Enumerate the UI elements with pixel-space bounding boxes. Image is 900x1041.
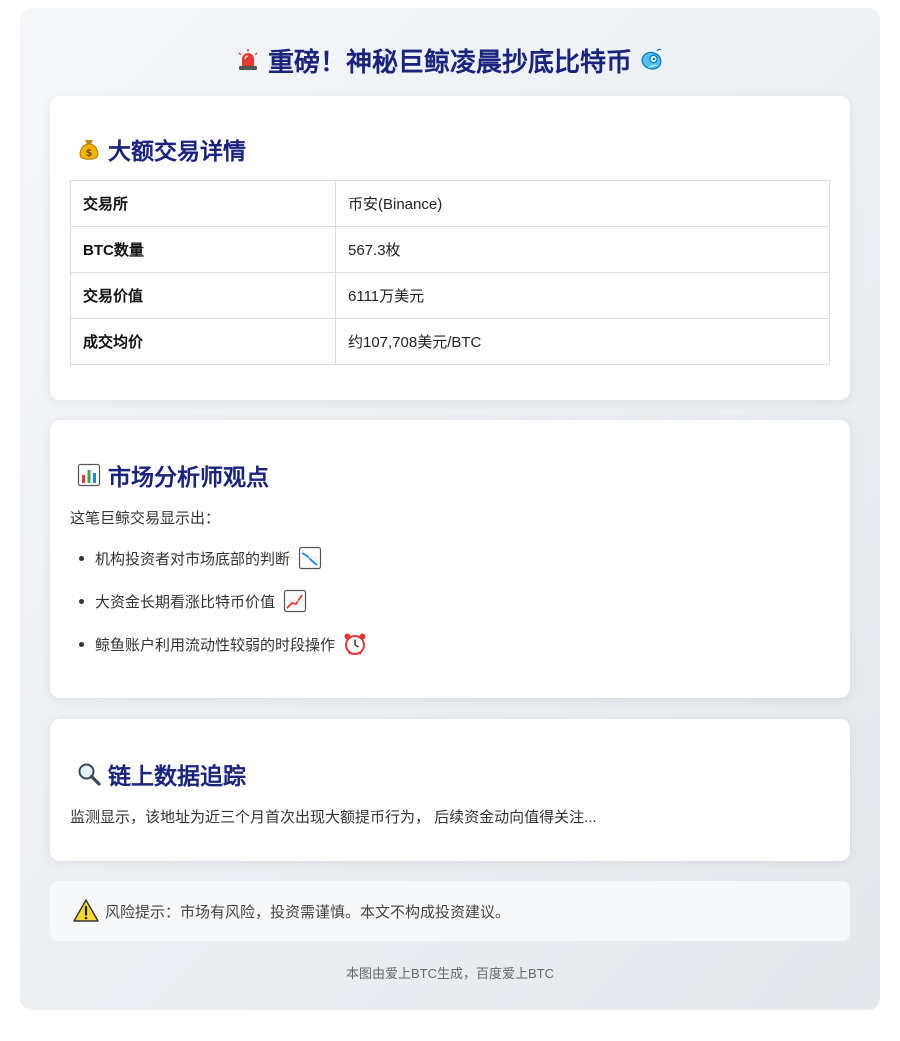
list-item-text: 机构投资者对市场底部的判断 <box>95 550 291 568</box>
table-row: BTC数量 567.3枚 <box>70 226 830 273</box>
whale-icon <box>638 46 666 74</box>
analysis-card: 市场分析师观点 这笔巨鲸交易显示出： 机构投资者对市场底部的判断 大资金长期看涨… <box>50 420 850 698</box>
table-key: 交易所 <box>70 180 336 227</box>
tracking-heading: 链上数据追踪 <box>76 757 246 791</box>
table-key: 成交均价 <box>70 318 336 365</box>
table-value: 567.3枚 <box>335 226 830 273</box>
transaction-table: 交易所 币安(Binance) BTC数量 567.3枚 交易价值 6111万美… <box>70 180 830 365</box>
risk-warning: 风险提示：市场有风险，投资需谨慎。本文不构成投资建议。 <box>50 881 850 941</box>
transaction-card: $ 大额交易详情 交易所 币安(Binance) BTC数量 567.3枚 交易… <box>50 96 850 400</box>
siren-icon <box>234 46 262 74</box>
alarm-clock-icon <box>342 631 368 657</box>
magnifier-icon <box>76 761 102 787</box>
table-row: 交易所 币安(Binance) <box>70 180 830 227</box>
tracking-heading-text: 链上数据追踪 <box>108 763 246 789</box>
table-key: BTC数量 <box>70 226 336 273</box>
analysis-list: 机构投资者对市场底部的判断 大资金长期看涨比特币价值 鲸鱼账户利用流动性较弱的时… <box>78 544 368 673</box>
list-item-text: 大资金长期看涨比特币价值 <box>95 593 276 611</box>
table-row: 成交均价 约107,708美元/BTC <box>70 318 830 365</box>
table-value: 币安(Binance) <box>335 180 830 227</box>
page-title: 重磅！神秘巨鲸凌晨抄底比特币 <box>20 42 880 78</box>
money-bag-icon: $ <box>76 136 102 162</box>
table-value: 6111万美元 <box>335 272 830 319</box>
chart-down-icon <box>297 545 323 571</box>
poster: 重磅！神秘巨鲸凌晨抄底比特币 $ 大额交易详情 交易所 币安(Binance) … <box>20 8 880 1010</box>
list-item: 大资金长期看涨比特币价值 <box>78 587 368 615</box>
analysis-intro: 这笔巨鲸交易显示出： <box>70 510 221 527</box>
chart-up-icon <box>282 588 308 614</box>
transaction-heading: $ 大额交易详情 <box>76 132 246 166</box>
bar-chart-icon <box>76 462 102 488</box>
transaction-heading-text: 大额交易详情 <box>108 138 246 164</box>
analysis-heading-text: 市场分析师观点 <box>108 464 269 490</box>
svg-text:$: $ <box>86 148 93 159</box>
warning-icon <box>72 897 100 925</box>
table-key: 交易价值 <box>70 272 336 319</box>
list-item-text: 鲸鱼账户利用流动性较弱的时段操作 <box>95 636 336 654</box>
footer-note: 本图由爱上BTC生成，百度爱上BTC <box>345 966 554 981</box>
table-value: 约107,708美元/BTC <box>335 318 830 365</box>
table-row: 交易价值 6111万美元 <box>70 272 830 319</box>
tracking-body: 监测显示，该地址为近三个月首次出现大额提币行为， 后续资金动向值得关注... <box>70 809 597 826</box>
tracking-card: 链上数据追踪 监测显示，该地址为近三个月首次出现大额提币行为， 后续资金动向值得… <box>50 719 850 861</box>
page-title-text: 重磅！神秘巨鲸凌晨抄底比特币 <box>267 46 632 77</box>
list-item: 机构投资者对市场底部的判断 <box>78 544 368 572</box>
risk-warning-text: 风险提示：市场有风险，投资需谨慎。本文不构成投资建议。 <box>105 903 511 921</box>
list-item: 鲸鱼账户利用流动性较弱的时段操作 <box>78 630 368 658</box>
analysis-heading: 市场分析师观点 <box>76 458 269 492</box>
